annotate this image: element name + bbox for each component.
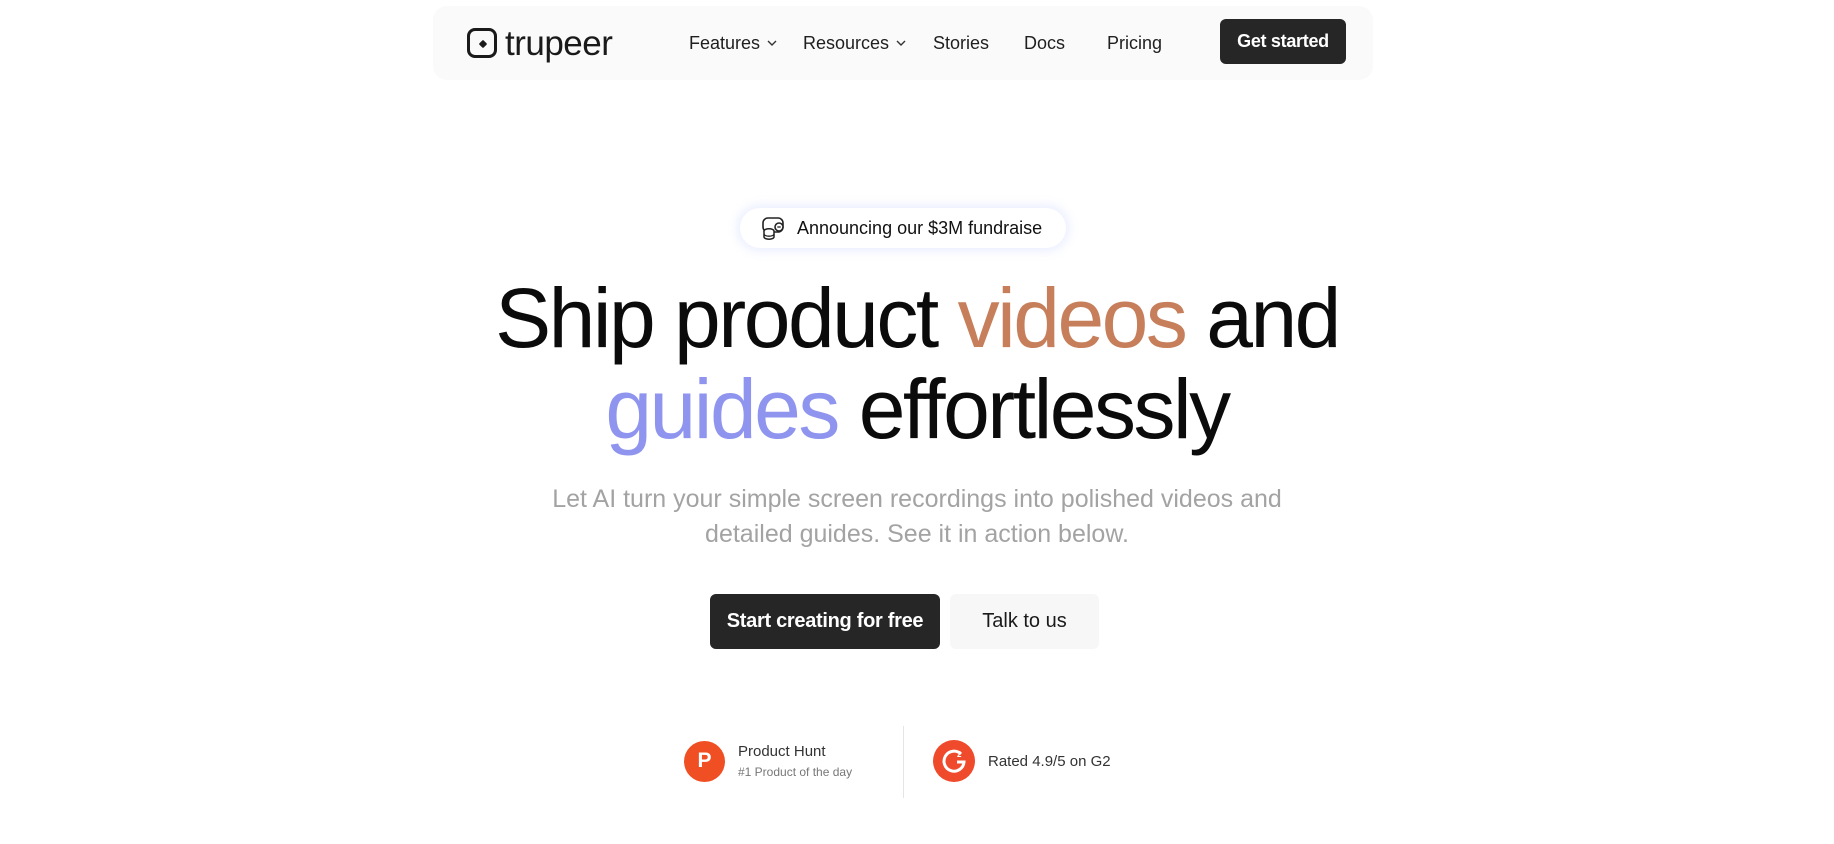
hero-subtitle-line2: detailed guides. See it in action below. — [705, 520, 1129, 548]
trupeer-logo[interactable]: trupeer — [467, 23, 613, 63]
g2-icon: 2 — [933, 740, 975, 782]
logo-text: trupeer — [505, 23, 613, 63]
nav-item-label: Features — [689, 32, 761, 53]
get-started-button[interactable]: Get started — [1220, 19, 1346, 64]
product-hunt-title: Product Hunt — [738, 742, 826, 760]
nav-item-pricing[interactable]: Pricing — [1107, 33, 1162, 54]
fundraise-icon — [762, 217, 784, 240]
nav-item-label: Pricing — [1107, 32, 1163, 53]
announcement-pill[interactable]: Announcing our $3M fundraise — [740, 208, 1066, 248]
talk-to-us-button[interactable]: Talk to us — [950, 594, 1099, 649]
product-hunt-subtitle: #1 Product of the day — [738, 764, 853, 779]
hero-text: effortlessly — [837, 362, 1231, 456]
g2-mark: 2 — [942, 749, 966, 773]
start-creating-button[interactable]: Start creating for free — [710, 594, 940, 649]
nav-item-resources[interactable]: Resources — [803, 33, 907, 54]
hero-text: Ship product — [495, 271, 958, 365]
announcement-text: Announcing our $3M fundraise — [797, 218, 1043, 238]
nav-item-stories[interactable]: Stories — [933, 33, 989, 54]
product-hunt-icon: P — [684, 740, 725, 782]
hero-heading-line1: Ship product videos and — [0, 276, 1834, 360]
product-hunt-badge[interactable]: P Product Hunt #1 Product of the day — [684, 740, 852, 782]
trupeer-logo-icon — [467, 28, 497, 58]
hero-accent-guides: guides — [605, 362, 840, 456]
nav-item-label: Resources — [803, 32, 890, 53]
nav-item-label: Docs — [1024, 32, 1066, 53]
product-hunt-text: Product Hunt #1 Product of the day — [738, 742, 852, 781]
nav-item-docs[interactable]: Docs — [1024, 33, 1065, 54]
hero-subtitle-line1: Let AI turn your simple screen recording… — [552, 485, 1282, 513]
chevron-down-icon — [767, 40, 777, 46]
svg-text:2: 2 — [957, 750, 962, 759]
chevron-down-icon — [896, 40, 906, 46]
nav-item-features[interactable]: Features — [689, 33, 778, 54]
hero-heading-line2: guides effortlessly — [0, 367, 1834, 451]
nav-item-label: Stories — [933, 32, 990, 53]
top-navbar: trupeer Features Resources Stories Docs … — [433, 6, 1373, 80]
g2-rating-text: Rated 4.9/5 on G2 — [988, 752, 1111, 770]
hero-accent-videos: videos — [957, 271, 1188, 365]
g2-rating-badge[interactable]: 2 Rated 4.9/5 on G2 — [933, 740, 1111, 782]
divider — [903, 726, 904, 798]
hero-text: and — [1185, 271, 1341, 365]
